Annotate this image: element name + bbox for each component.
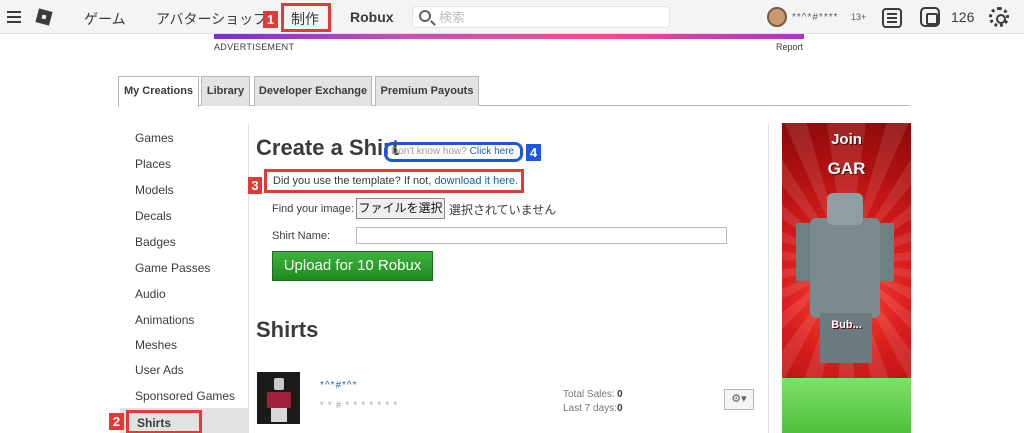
thumb-head	[274, 378, 284, 390]
tab-premium-payouts[interactable]: Premium Payouts	[375, 76, 479, 106]
tab-my-creations[interactable]: My Creations	[118, 76, 199, 107]
annotation-badge-1: 1	[263, 11, 278, 28]
shirt-name-input[interactable]	[356, 227, 727, 244]
thumb-legs	[271, 408, 287, 422]
sidebar-item-badges[interactable]: Badges	[120, 229, 248, 255]
page-title: Create a Shirt	[256, 135, 400, 160]
sidebar-item-places[interactable]: Places	[120, 151, 248, 177]
robux-balance[interactable]: 126	[951, 9, 974, 25]
file-status-text: 選択されていません	[449, 203, 557, 217]
sidebar-item-audio[interactable]: Audio	[120, 281, 248, 307]
template-question-text: Did you use the template? If not,	[273, 175, 435, 187]
find-image-label: Find your image:	[272, 203, 354, 215]
sidebar-item-models[interactable]: Models	[120, 177, 248, 203]
ad-banner[interactable]	[214, 34, 804, 39]
ad-green-ground	[782, 378, 911, 433]
ad-bottom-text: Bub...	[831, 319, 862, 331]
roblox-logo-icon[interactable]	[35, 8, 53, 26]
search-input[interactable]	[439, 8, 664, 26]
ad-title-line-1: Join	[831, 131, 862, 148]
tab-developer-exchange[interactable]: Developer Exchange	[254, 76, 372, 106]
sidebar-item-decals[interactable]: Decals	[120, 203, 248, 229]
search-icon	[419, 10, 431, 22]
robux-icon[interactable]	[920, 7, 940, 27]
total-sales-value: 0	[617, 389, 623, 400]
annotation-badge-3: 3	[248, 177, 262, 194]
settings-gear-icon[interactable]	[989, 7, 1009, 27]
choose-file-button[interactable]: ファイルを選択	[356, 198, 445, 219]
report-ad-link[interactable]: Report	[776, 42, 803, 52]
shirt-name-label: Shirt Name:	[272, 230, 331, 242]
sidebar-item-user-ads[interactable]: User Ads	[120, 357, 248, 383]
sidebar-item-animations[interactable]: Animations	[120, 307, 248, 333]
top-nav: ゲーム アバターショップ 1 制作 Robux **^*#**** 13+ 12…	[0, 0, 1024, 34]
advertisement-label: ADVERTISEMENT	[214, 42, 295, 52]
username[interactable]: **^*#****	[792, 12, 839, 23]
annotation-highlight-help: Don't know how? Click here	[384, 142, 523, 162]
sidebar-item-meshes[interactable]: Meshes	[120, 332, 248, 358]
thumb-shirt	[267, 392, 291, 408]
last-7-days-value: 0	[617, 403, 623, 414]
item-settings-dropdown[interactable]: ⚙▾	[724, 389, 754, 410]
annotation-badge-2: 2	[109, 413, 124, 430]
nav-avatar-shop-link[interactable]: アバターショップ	[156, 9, 267, 29]
ad-figure-body	[810, 218, 880, 318]
shirt-item-name[interactable]: *^*#*^*	[320, 380, 358, 391]
annotation-highlight-template: Did you use the template? If not, downlo…	[264, 169, 524, 193]
ad-figure-head	[827, 193, 863, 225]
ad-title-line-2: GAR	[827, 159, 866, 178]
hamburger-menu-icon[interactable]	[7, 11, 21, 23]
search-bar[interactable]	[412, 6, 670, 28]
sidebar-item-sponsored-games[interactable]: Sponsored Games	[120, 383, 248, 409]
help-prefix-text: Don't know how?	[391, 146, 470, 157]
sidebar-item-game-passes[interactable]: Game Passes	[120, 255, 248, 281]
nav-game-link[interactable]: ゲーム	[84, 9, 126, 29]
nav-create-link[interactable]: 制作	[291, 9, 319, 29]
sidebar-divider	[248, 123, 249, 433]
user-avatar[interactable]	[767, 7, 787, 27]
total-sales-label: Total Sales:	[563, 389, 615, 400]
ad-column-divider	[768, 123, 769, 433]
shirt-item-subtitle: * * # * * * * * * *	[320, 400, 399, 410]
annotation-badge-4: 4	[526, 144, 541, 161]
sidebar-item-games[interactable]: Games	[120, 125, 248, 151]
download-template-link[interactable]: download it here.	[434, 175, 518, 187]
notifications-list-icon[interactable]	[882, 8, 902, 28]
sidebar-item-shirts[interactable]: Shirts	[126, 410, 202, 433]
upload-button[interactable]: Upload for 10 Robux	[272, 251, 433, 281]
last-7-days-label: Last 7 days:	[563, 403, 617, 414]
side-advertisement[interactable]: Join GAR Bub...	[782, 123, 911, 433]
shirts-section-title: Shirts	[256, 317, 319, 342]
click-here-link[interactable]: Click here	[470, 146, 514, 157]
tab-library[interactable]: Library	[201, 76, 250, 106]
nav-robux-link[interactable]: Robux	[350, 9, 394, 25]
age-badge: 13+	[851, 12, 867, 22]
shirt-thumbnail[interactable]	[257, 372, 300, 424]
